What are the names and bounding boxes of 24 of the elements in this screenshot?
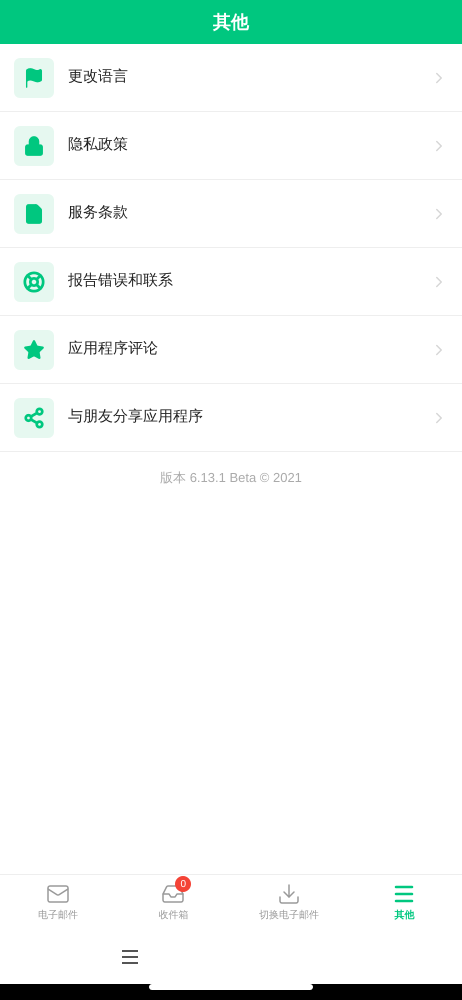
lock-icon	[23, 134, 45, 156]
lifebuoy-icon	[23, 270, 45, 292]
menu-label: 隐私政策	[68, 135, 129, 156]
menu-label: 报告错误和联系	[68, 271, 174, 292]
menu-label: 更改语言	[68, 67, 129, 88]
tab[interactable]: 0 收件箱	[116, 875, 231, 930]
star-icon	[23, 338, 45, 360]
version-text: 版本 6.13.1 Beta © 2021	[160, 469, 302, 487]
menu-item[interactable]: 隐私政策	[0, 112, 462, 180]
menu-item[interactable]: 报告错误和联系	[0, 248, 462, 316]
menu-item[interactable]: 应用程序评论	[0, 316, 462, 384]
menu-label: 服务条款	[68, 203, 129, 224]
menu-label: 应用程序评论	[68, 339, 159, 360]
count-badge: 0	[175, 876, 192, 892]
document-icon	[23, 202, 45, 224]
download-icon	[276, 882, 301, 906]
menu-item[interactable]: 更改语言	[0, 44, 462, 112]
menu-item[interactable]: 与朋友分享应用程序	[0, 384, 462, 452]
page-title: 其他	[213, 10, 249, 34]
share-icon	[23, 406, 45, 428]
flag-icon	[23, 66, 45, 88]
system-menu-icon[interactable]	[122, 950, 138, 964]
menu-item[interactable]: 服务条款	[0, 180, 462, 248]
menu-label: 与朋友分享应用程序	[68, 407, 204, 428]
